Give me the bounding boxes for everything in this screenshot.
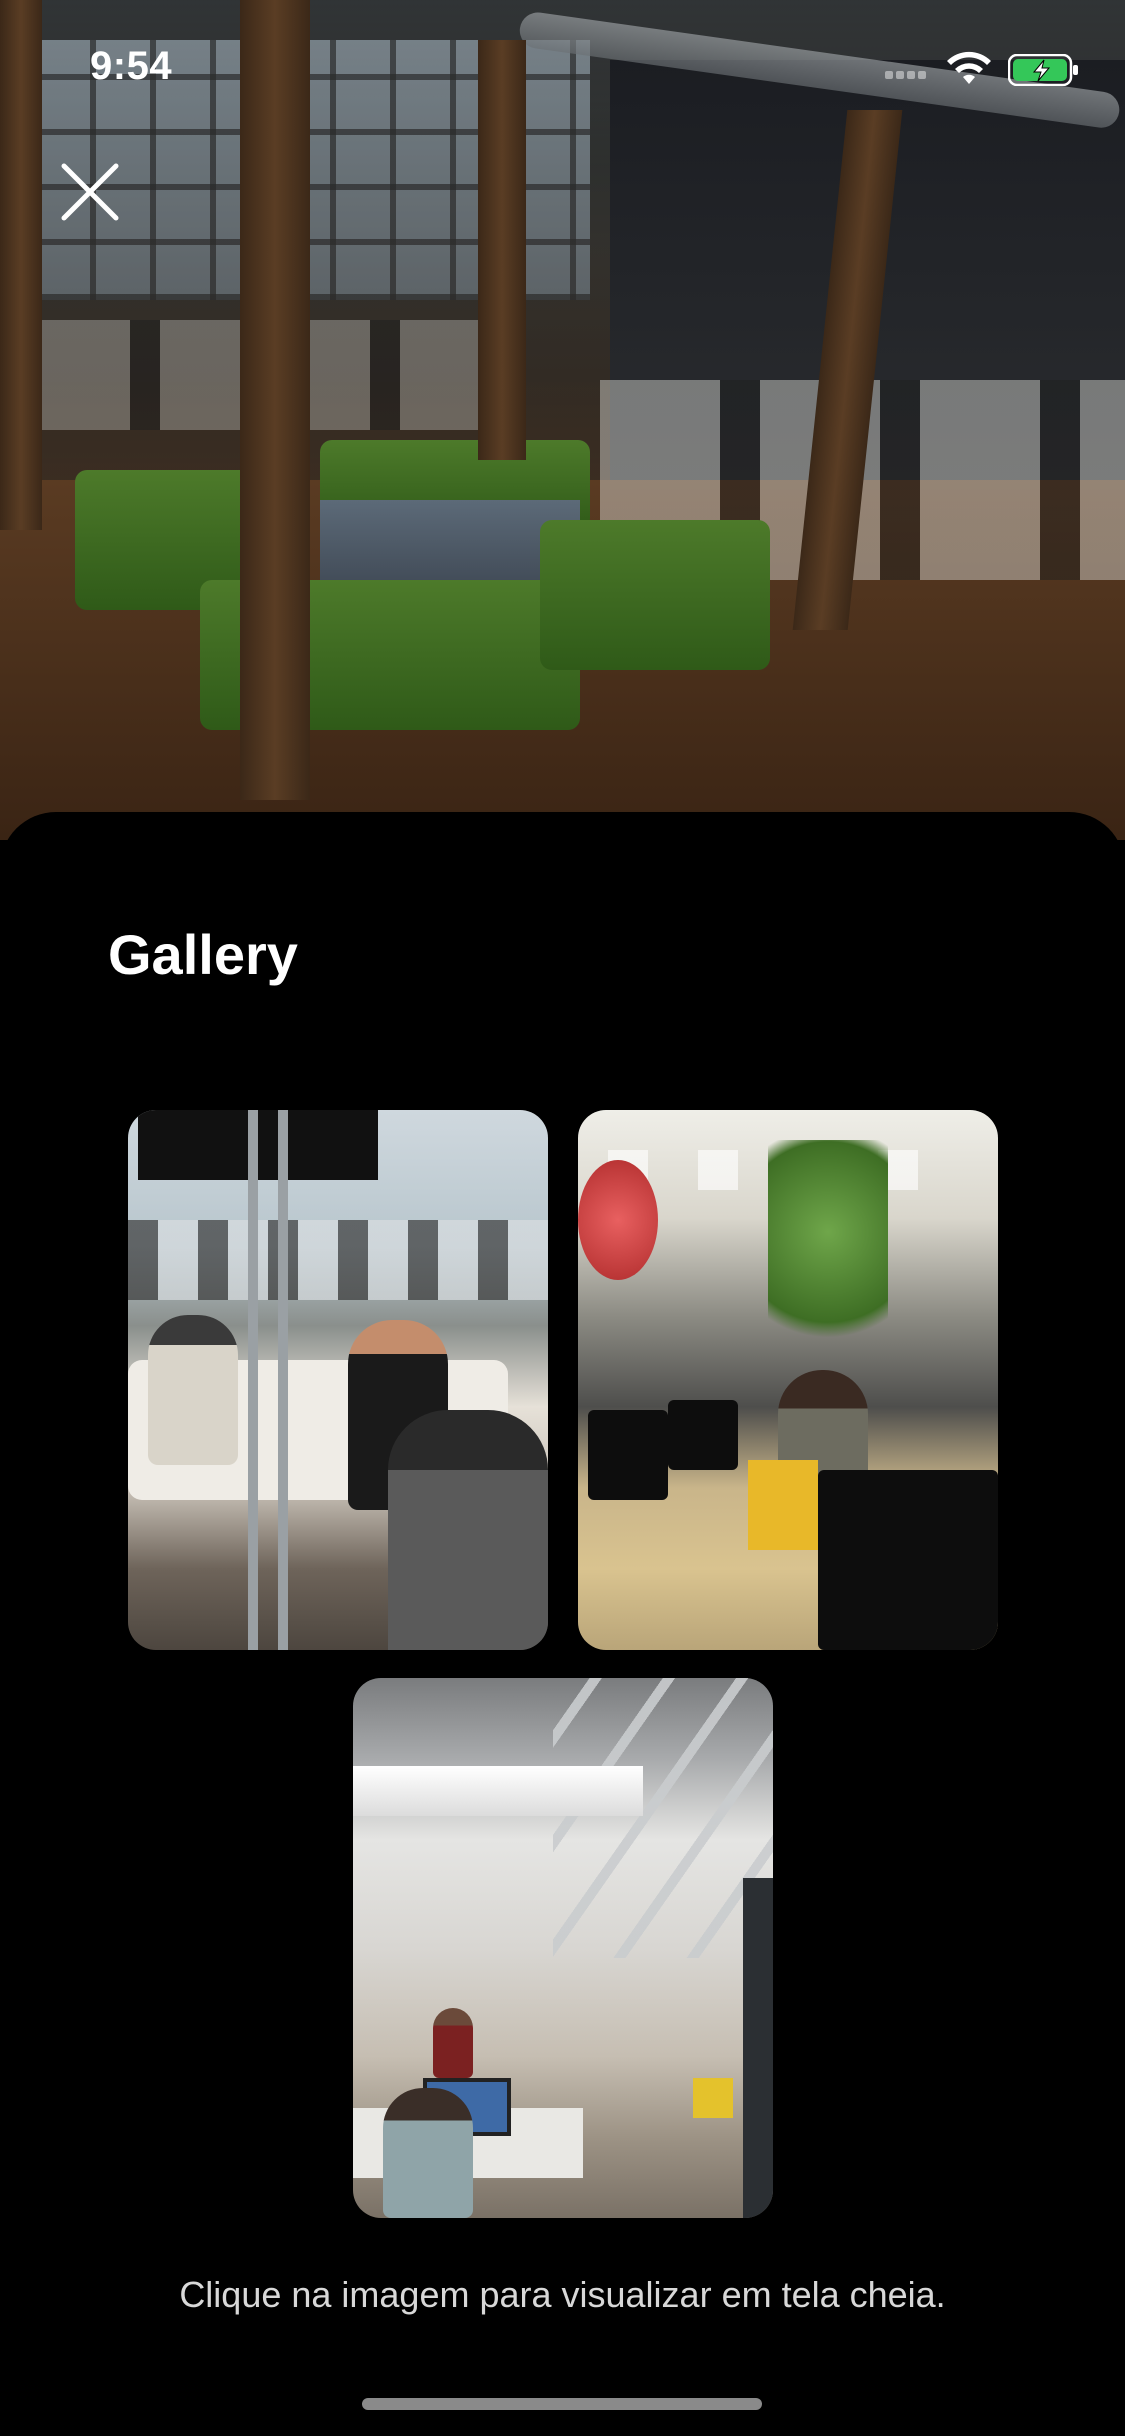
photo-detail [388, 1410, 548, 1650]
photo-detail [748, 1460, 818, 1550]
hero-pillar [478, 40, 526, 460]
photo-detail [128, 1220, 548, 1300]
photo-detail [768, 1140, 888, 1370]
hero-sofa [540, 520, 770, 670]
photo-detail [693, 2078, 733, 2118]
industrial-office-photo[interactable] [353, 1678, 773, 2218]
studio-interview-photo[interactable] [128, 1110, 548, 1650]
gallery-caption: Clique na imagem para visualizar em tela… [179, 2274, 946, 2315]
photo-detail [578, 1160, 658, 1280]
photo-detail [278, 1110, 288, 1650]
battery-icon [1008, 54, 1078, 86]
photo-detail [818, 1470, 998, 1650]
gallery-sheet: Gallery Clique na imagem para visualizar… [0, 812, 1125, 2436]
hero-image [0, 0, 1125, 840]
gallery-title: Gallery [108, 923, 298, 986]
photo-detail [383, 2088, 473, 2218]
close-icon[interactable] [58, 160, 122, 224]
status-time: 9:54 [90, 44, 173, 88]
hero-pillar [240, 0, 310, 800]
photo-detail [148, 1315, 238, 1465]
photo-detail [248, 1110, 258, 1650]
photo-detail [553, 1678, 773, 1958]
photo-sign [138, 1110, 378, 1180]
photo-detail [588, 1410, 668, 1500]
home-indicator[interactable] [362, 2398, 762, 2410]
photo-detail [743, 1878, 773, 2218]
photo-detail [433, 2008, 473, 2078]
open-office-photo[interactable] [578, 1110, 998, 1650]
wifi-icon [947, 51, 991, 84]
signal-icon [885, 66, 929, 84]
photo-detail [668, 1400, 738, 1470]
hero-pillar [0, 0, 42, 530]
photo-detail [353, 1766, 643, 1816]
